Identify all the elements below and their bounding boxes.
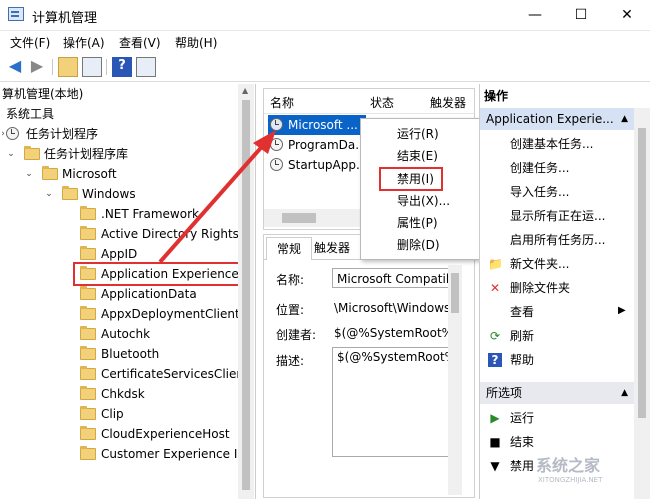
arrow-shaft [158, 140, 268, 264]
annotation-arrow [158, 130, 276, 264]
